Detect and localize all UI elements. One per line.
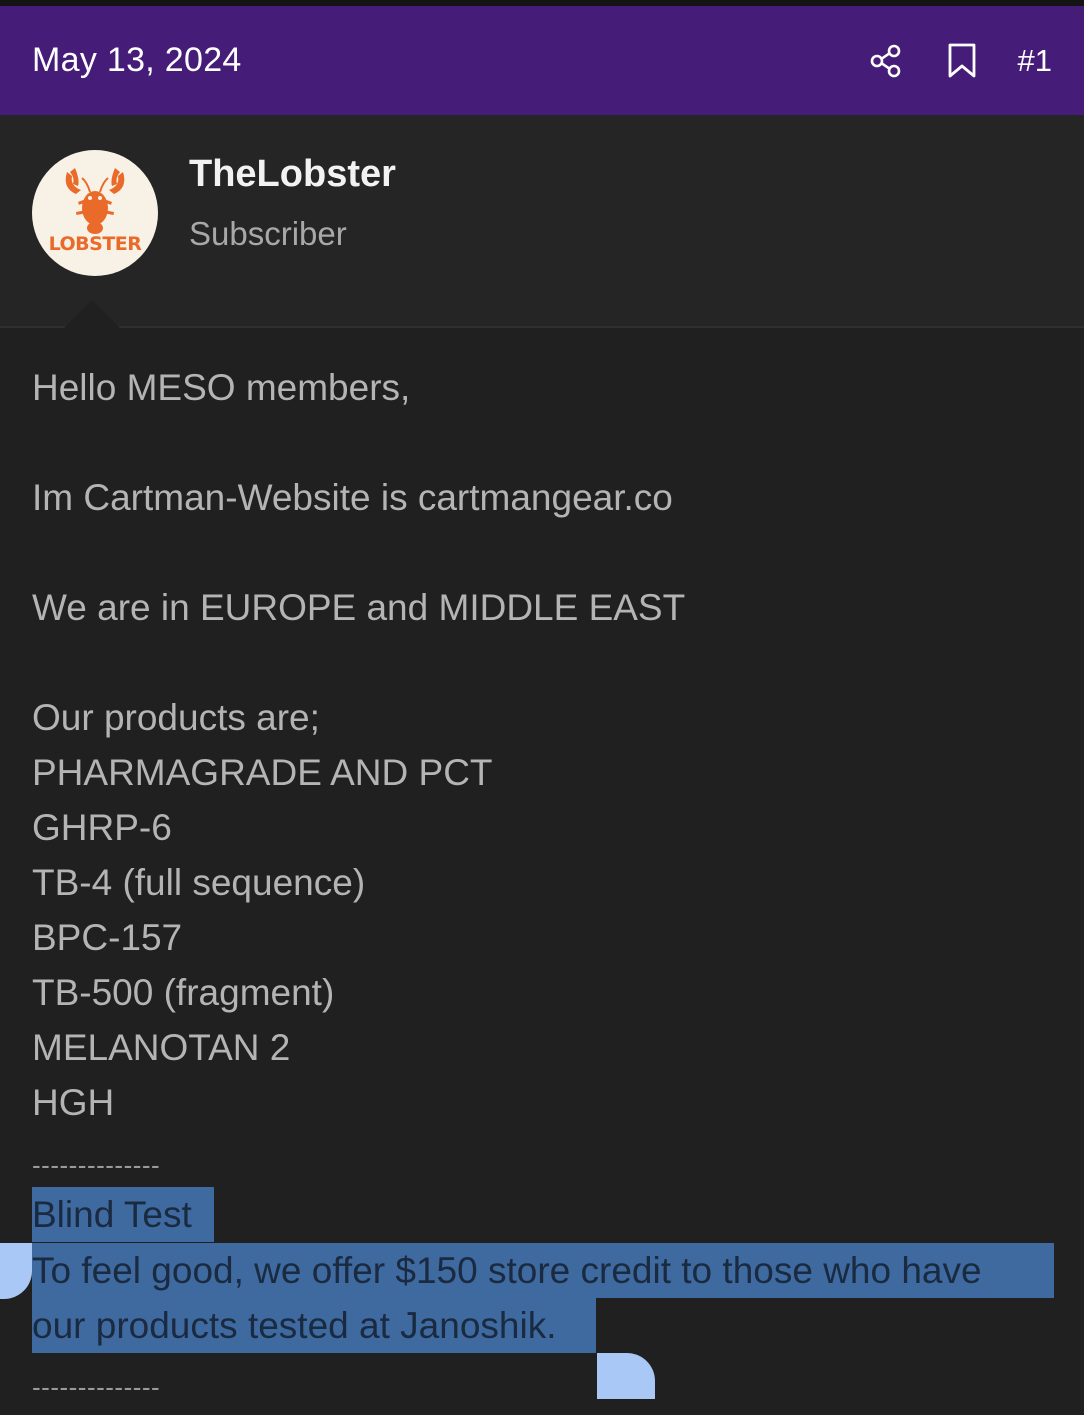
- avatar-logo-text: LOBSTER: [48, 233, 142, 255]
- body-line-selected: our products tested at Janoshik.: [32, 1305, 557, 1346]
- body-line-selected: Blind Test: [32, 1194, 192, 1235]
- body-line: Our products are;: [32, 697, 320, 738]
- body-line: We are in EUROPE and MIDDLE EAST: [32, 587, 686, 628]
- lobster-icon: [65, 168, 125, 234]
- author-name[interactable]: TheLobster: [189, 153, 396, 196]
- share-icon[interactable]: [866, 41, 906, 81]
- body-line: PHARMAGRADE AND PCT: [32, 752, 493, 793]
- body-line: BPC-157: [32, 917, 183, 958]
- body-line: TB-4 (full sequence): [32, 862, 366, 903]
- selection-start-handle[interactable]: [0, 1243, 32, 1299]
- divider-line: --------------: [32, 1150, 161, 1180]
- body-line: Hello MESO members,: [32, 367, 411, 408]
- selection-end-handle[interactable]: [597, 1353, 655, 1399]
- author-pointer-arrow: [64, 300, 120, 328]
- body-line: GHRP-6: [32, 807, 172, 848]
- body-line-selected: To feel good, we offer $150 store credit…: [32, 1250, 982, 1291]
- author-title: Subscriber: [189, 215, 347, 252]
- post-actions: #1: [866, 41, 1052, 81]
- body-line: MELANOTAN 2: [32, 1027, 291, 1068]
- post-header: May 13, 2024 #1: [0, 6, 1084, 115]
- avatar[interactable]: LOBSTER: [32, 150, 158, 276]
- body-line: Im Cartman-Website is cartmangear.co: [32, 477, 673, 518]
- post-date[interactable]: May 13, 2024: [32, 41, 242, 80]
- post-number-link[interactable]: #1: [1018, 43, 1052, 79]
- body-line: HGH: [32, 1082, 115, 1123]
- bookmark-icon[interactable]: [942, 41, 982, 81]
- body-line: TB-500 (fragment): [32, 972, 335, 1013]
- divider-line: --------------: [32, 1372, 161, 1402]
- post-author-block: LOBSTER TheLobster Subscriber: [0, 115, 1084, 328]
